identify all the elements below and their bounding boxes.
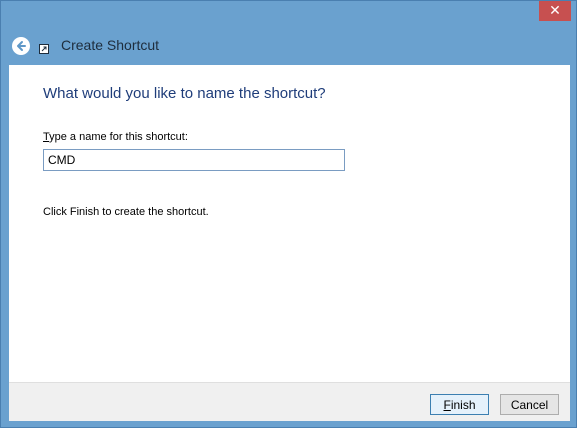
close-button[interactable]: ✕ — [539, 1, 571, 21]
create-shortcut-window: ✕ Create Shortcut What would you like to… — [0, 0, 577, 428]
close-icon: ✕ — [549, 3, 561, 19]
instruction-text: Click Finish to create the shortcut. — [43, 206, 209, 218]
button-bar: Finish Cancel — [9, 382, 570, 421]
window-title: Create Shortcut — [61, 37, 160, 53]
title-bar: Create Shortcut — [1, 29, 576, 65]
shortcut-icon — [39, 41, 49, 54]
name-field-label: Type a name for this shortcut: — [43, 131, 188, 143]
page-heading: What would you like to name the shortcut… — [43, 85, 326, 102]
label-text: ype a name for this shortcut: — [49, 131, 188, 143]
finish-accelerator: F — [443, 397, 451, 412]
finish-button[interactable]: Finish — [430, 394, 489, 415]
finish-label: inish — [450, 397, 476, 412]
cancel-button[interactable]: Cancel — [500, 394, 559, 415]
back-arrow-icon[interactable] — [12, 37, 30, 55]
shortcut-name-input[interactable] — [43, 149, 345, 171]
content-panel: What would you like to name the shortcut… — [9, 65, 570, 382]
